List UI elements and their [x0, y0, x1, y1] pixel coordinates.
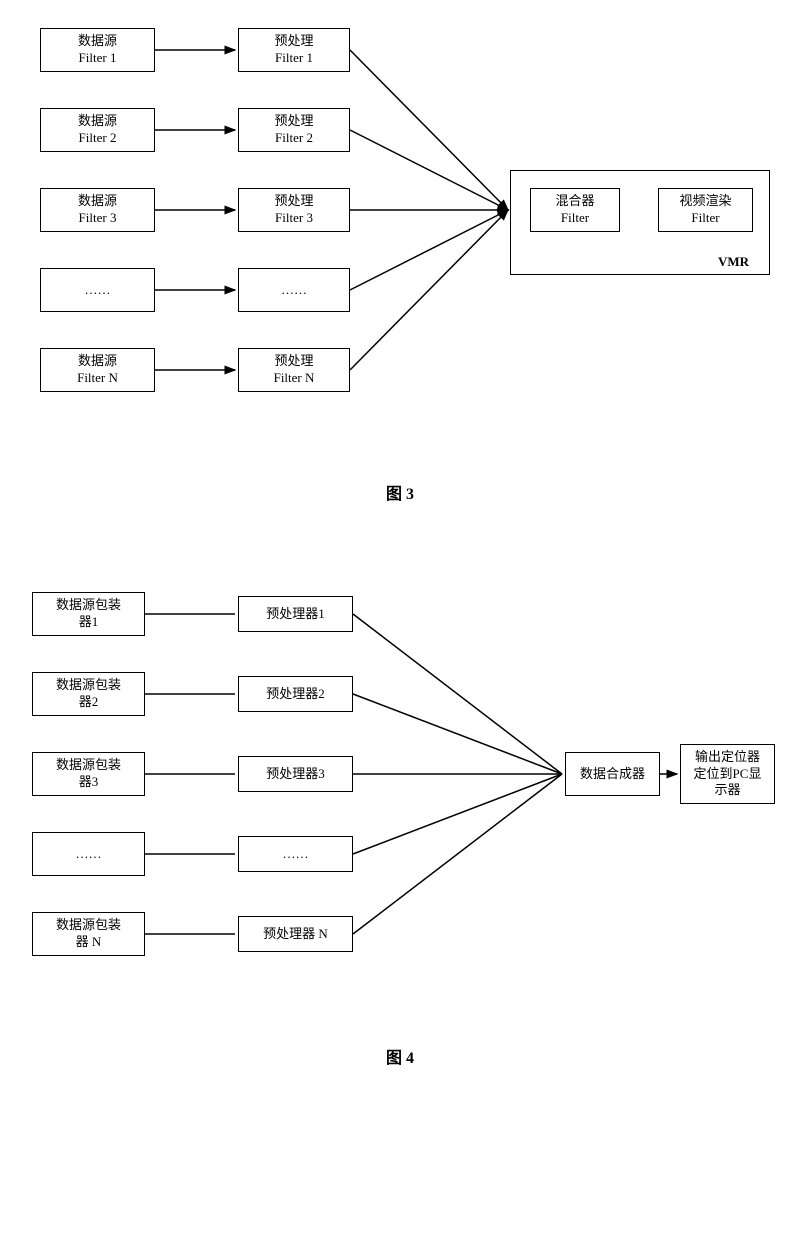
vmr-label: VMR [718, 254, 749, 270]
preproc-box-2: 预处理 Filter 2 [238, 108, 350, 152]
render-l1: 视频渲染 [679, 193, 731, 210]
preproc4-box-2: 预处理器2 [238, 676, 353, 712]
preproc-l1: 预处理 [274, 193, 313, 210]
preproc-box-ellipsis: …… [238, 268, 350, 312]
preproc-box-n: 预处理 Filter N [238, 348, 350, 392]
wrapper-box-n: 数据源包装 器 N [32, 912, 145, 956]
source-box-2: 数据源 Filter 2 [40, 108, 155, 152]
preproc4-box-1: 预处理器1 [238, 596, 353, 632]
source-l1: 数据源 [78, 33, 117, 50]
source-l1: 数据源 [78, 353, 117, 370]
combiner-box: 数据合成器 [565, 752, 660, 796]
output-l2: 定位到PC显 [694, 766, 762, 783]
wrapper-l2: 器2 [79, 694, 99, 711]
preproc4-box-3: 预处理器3 [238, 756, 353, 792]
figure-3: 数据源 Filter 1 数据源 Filter 2 数据源 Filter 3 …… [20, 20, 780, 440]
render-box: 视频渲染 Filter [658, 188, 753, 232]
source-l2: Filter 1 [79, 50, 117, 67]
preproc-box-3: 预处理 Filter 3 [238, 188, 350, 232]
wrapper-l1: 数据源包装 [56, 597, 121, 614]
preproc-l2: Filter 3 [275, 210, 313, 227]
preproc4-l1: 预处理器1 [266, 606, 325, 623]
preproc-l2: Filter 1 [275, 50, 313, 67]
combiner-label: 数据合成器 [580, 766, 645, 783]
wrapper-l2: 器 N [76, 934, 102, 951]
wrapper-l2: 器1 [79, 614, 99, 631]
wrapper-box-1: 数据源包装 器1 [32, 592, 145, 636]
source-l1: 数据源 [78, 193, 117, 210]
source-l2: Filter N [77, 370, 118, 387]
figure-4-caption: 图 4 [20, 1044, 780, 1068]
wrapper-l1: …… [76, 846, 102, 863]
wrapper-box-2: 数据源包装 器2 [32, 672, 145, 716]
preproc-l2: Filter 2 [275, 130, 313, 147]
preproc-l1: …… [281, 282, 307, 299]
mixer-box: 混合器 Filter [530, 188, 620, 232]
source-l1: …… [85, 282, 111, 299]
render-l2: Filter [691, 210, 719, 227]
preproc4-l1: …… [283, 846, 309, 863]
source-l2: Filter 3 [79, 210, 117, 227]
preproc4-box-n: 预处理器 N [238, 916, 353, 952]
wrapper-l1: 数据源包装 [56, 757, 121, 774]
output-l1: 输出定位器 [695, 749, 760, 766]
preproc-l1: 预处理 [274, 113, 313, 130]
mixer-l1: 混合器 [555, 193, 594, 210]
preproc4-l1: 预处理器3 [266, 766, 325, 783]
wrapper-box-ellipsis: …… [32, 832, 145, 876]
preproc-l1: 预处理 [274, 33, 313, 50]
source-box-ellipsis: …… [40, 268, 155, 312]
figure-4: 数据源包装 器1 数据源包装 器2 数据源包装 器3 …… 数据源包装 器 N … [20, 584, 780, 1004]
preproc4-box-ellipsis: …… [238, 836, 353, 872]
output-box: 输出定位器 定位到PC显 示器 [680, 744, 775, 804]
wrapper-l2: 器3 [79, 774, 99, 791]
preproc4-l1: 预处理器2 [266, 686, 325, 703]
source-box-3: 数据源 Filter 3 [40, 188, 155, 232]
mixer-l2: Filter [561, 210, 589, 227]
wrapper-l1: 数据源包装 [56, 677, 121, 694]
wrapper-box-3: 数据源包装 器3 [32, 752, 145, 796]
wrapper-l1: 数据源包装 [56, 917, 121, 934]
preproc-l2: Filter N [274, 370, 315, 387]
source-l2: Filter 2 [79, 130, 117, 147]
source-l1: 数据源 [78, 113, 117, 130]
source-box-n: 数据源 Filter N [40, 348, 155, 392]
preproc-l1: 预处理 [274, 353, 313, 370]
output-l3: 示器 [714, 782, 740, 799]
source-box-1: 数据源 Filter 1 [40, 28, 155, 72]
preproc4-l1: 预处理器 N [263, 926, 328, 943]
preproc-box-1: 预处理 Filter 1 [238, 28, 350, 72]
figure-3-caption: 图 3 [20, 480, 780, 504]
